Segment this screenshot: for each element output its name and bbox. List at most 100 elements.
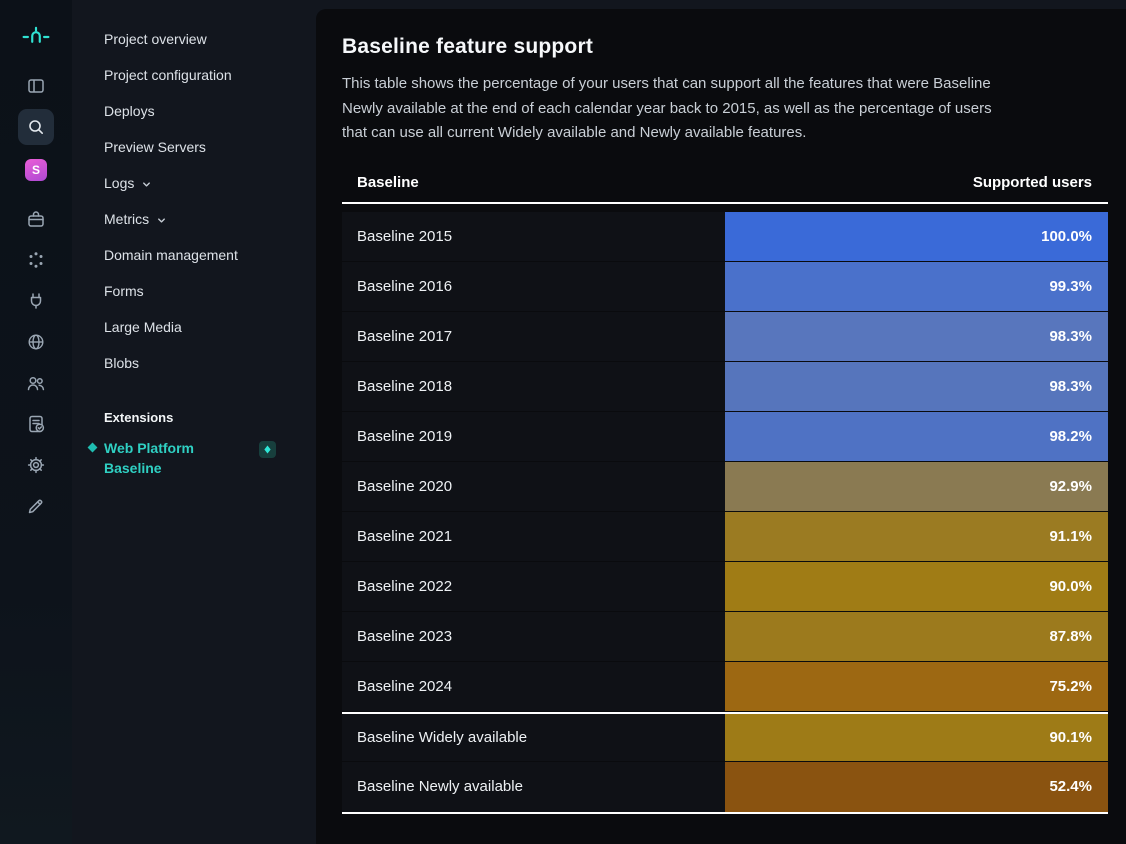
sidebar-item-label: Project configuration xyxy=(104,67,232,83)
sidebar-toggle-icon[interactable] xyxy=(18,68,54,104)
main-panel: Baseline feature support This table show… xyxy=(316,9,1126,844)
sidebar-item-blobs[interactable]: Blobs xyxy=(72,345,316,381)
table-row-baseline-widely-available: Baseline Widely available 90.1% xyxy=(342,712,1108,762)
deploys-box-glyph xyxy=(26,209,46,229)
chevron-down-icon xyxy=(156,215,167,226)
supported-users-bar: 87.8% xyxy=(725,612,1108,661)
row-value: 90.0% xyxy=(1049,578,1092,595)
edit-pencil-icon[interactable] xyxy=(18,488,54,524)
plug-glyph xyxy=(26,291,46,311)
sidebar-item-label: Logs xyxy=(104,175,134,191)
settings-gear-icon[interactable] xyxy=(18,447,54,483)
sidebar: Project overview Project configuration D… xyxy=(72,0,316,844)
search-glyph xyxy=(26,117,46,137)
table-row-baseline-2015: Baseline 2015 100.0% xyxy=(342,212,1108,262)
table-body: Baseline 2015 100.0% Baseline 2016 99.3%… xyxy=(342,212,1108,814)
deploys-box-icon[interactable] xyxy=(18,201,54,237)
row-value: 91.1% xyxy=(1049,528,1092,545)
supported-users-bar: 98.3% xyxy=(725,312,1108,361)
audit-log-glyph xyxy=(26,414,46,434)
sidebar-item-preview-servers[interactable]: Preview Servers xyxy=(72,129,316,165)
audit-log-icon[interactable] xyxy=(18,406,54,442)
globe-glyph xyxy=(26,332,46,352)
supported-users-bar: 98.2% xyxy=(725,412,1108,461)
settings-gear-glyph xyxy=(26,455,46,475)
baseline-badge-glyph xyxy=(263,445,272,454)
supported-users-bar: 75.2% xyxy=(725,662,1108,711)
supported-users-bar: 92.9% xyxy=(725,462,1108,511)
extensions-heading: Extensions xyxy=(104,410,316,425)
edit-pencil-glyph xyxy=(26,496,46,516)
column-header-baseline: Baseline xyxy=(357,174,419,191)
sidebar-item-domain-management[interactable]: Domain management xyxy=(72,237,316,273)
row-value: 99.3% xyxy=(1049,278,1092,295)
row-label: Baseline 2019 xyxy=(342,412,725,461)
row-label: Baseline 2018 xyxy=(342,362,725,411)
sidebar-item-label: Domain management xyxy=(104,247,238,263)
sidebar-item-label: Project overview xyxy=(104,31,207,47)
table-row-baseline-2020: Baseline 2020 92.9% xyxy=(342,462,1108,512)
sidebar-nav-list: Project overview Project configuration D… xyxy=(72,21,316,381)
page-description: This table shows the percentage of your … xyxy=(342,72,1014,146)
row-value: 98.3% xyxy=(1049,328,1092,345)
icon-rail: S xyxy=(0,0,72,844)
sidebar-item-label: Large Media xyxy=(104,319,182,335)
row-value: 92.9% xyxy=(1049,478,1092,495)
table-row-baseline-2016: Baseline 2016 99.3% xyxy=(342,262,1108,312)
sidebar-item-forms[interactable]: Forms xyxy=(72,273,316,309)
sidebar-item-label: Metrics xyxy=(104,211,149,227)
supported-users-bar: 98.3% xyxy=(725,362,1108,411)
page-title: Baseline feature support xyxy=(342,35,1108,59)
sidebar-item-label: Forms xyxy=(104,283,144,299)
netlify-logo-glyph xyxy=(22,23,50,51)
table-row-baseline-2018: Baseline 2018 98.3% xyxy=(342,362,1108,412)
sidebar-item-deploys[interactable]: Deploys xyxy=(72,93,316,129)
app-root: S xyxy=(0,0,1126,844)
sidebar-item-metrics[interactable]: Metrics xyxy=(72,201,316,237)
search-icon[interactable] xyxy=(18,109,54,145)
table-row-baseline-2024: Baseline 2024 75.2% xyxy=(342,662,1108,712)
row-label: Baseline 2020 xyxy=(342,462,725,511)
plug-icon[interactable] xyxy=(18,283,54,319)
column-header-supported-users: Supported users xyxy=(973,174,1092,191)
row-label: Baseline 2024 xyxy=(342,662,725,711)
row-label: Baseline 2016 xyxy=(342,262,725,311)
chevron-down-icon xyxy=(141,179,152,190)
table-header: Baseline Supported users xyxy=(342,174,1108,204)
avatar[interactable]: S xyxy=(25,159,47,181)
baseline-support-table: Baseline Supported users Baseline 2015 1… xyxy=(342,174,1108,814)
sidebar-item-label: Preview Servers xyxy=(104,139,206,155)
table-row-baseline-2019: Baseline 2019 98.2% xyxy=(342,412,1108,462)
row-value: 90.1% xyxy=(1049,729,1092,746)
row-label: Baseline 2017 xyxy=(342,312,725,361)
supported-users-bar: 90.1% xyxy=(725,714,1108,761)
sidebar-item-large-media[interactable]: Large Media xyxy=(72,309,316,345)
team-icon[interactable] xyxy=(18,365,54,401)
row-label: Baseline 2015 xyxy=(342,212,725,261)
extensions-dots-glyph xyxy=(26,250,46,270)
sidebar-item-logs[interactable]: Logs xyxy=(72,165,316,201)
table-row-baseline-2017: Baseline 2017 98.3% xyxy=(342,312,1108,362)
supported-users-bar: 91.1% xyxy=(725,512,1108,561)
supported-users-bar: 99.3% xyxy=(725,262,1108,311)
team-glyph xyxy=(26,373,46,393)
row-value: 52.4% xyxy=(1049,778,1092,795)
globe-icon[interactable] xyxy=(18,324,54,360)
table-row-baseline-newly-available: Baseline Newly available 52.4% xyxy=(342,762,1108,812)
row-value: 98.2% xyxy=(1049,428,1092,445)
sidebar-toggle-glyph xyxy=(26,76,46,96)
extensions-dots-icon[interactable] xyxy=(18,242,54,278)
row-label: Baseline Widely available xyxy=(342,714,725,761)
sidebar-item-web-platform-baseline[interactable]: Web Platform Baseline xyxy=(72,438,316,478)
row-value: 98.3% xyxy=(1049,378,1092,395)
row-label: Baseline Newly available xyxy=(342,762,725,812)
extension-link[interactable]: Web Platform Baseline xyxy=(104,438,216,478)
table-row-baseline-2022: Baseline 2022 90.0% xyxy=(342,562,1108,612)
netlify-logo-icon[interactable] xyxy=(21,22,51,52)
row-value: 75.2% xyxy=(1049,678,1092,695)
row-value: 87.8% xyxy=(1049,628,1092,645)
sidebar-item-project-configuration[interactable]: Project configuration xyxy=(72,57,316,93)
table-row-baseline-2021: Baseline 2021 91.1% xyxy=(342,512,1108,562)
row-label: Baseline 2023 xyxy=(342,612,725,661)
sidebar-item-project-overview[interactable]: Project overview xyxy=(72,21,316,57)
